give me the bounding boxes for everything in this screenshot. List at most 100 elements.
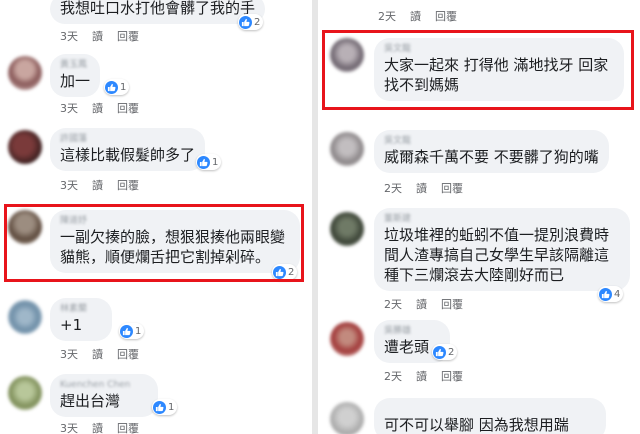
- avatar[interactable]: [330, 322, 364, 356]
- avatar[interactable]: [8, 130, 42, 164]
- comment-time[interactable]: 2天: [384, 182, 402, 195]
- comment: 許國藩 這樣比載假髮帥多了 1 3天 讀 回覆: [0, 124, 312, 193]
- highlight-box: [4, 204, 304, 282]
- comment-time[interactable]: 3天: [60, 179, 78, 192]
- comment-meta: 2天 讀 回覆: [384, 296, 477, 312]
- comment: 吳勝雄 遭老頭 2 2天讀回覆: [318, 318, 640, 384]
- comment: Kuenchen Chen 趕出台灣 1 3天 讀 回覆: [0, 372, 312, 434]
- thumbs-up-icon: [599, 287, 612, 301]
- avatar[interactable]: [330, 212, 364, 246]
- like-link[interactable]: 讀: [92, 102, 103, 115]
- reaction-number: 4: [614, 288, 621, 300]
- comment-time[interactable]: 3天: [60, 102, 78, 115]
- like-link[interactable]: 讀: [92, 422, 103, 434]
- thumbs-up-icon: [239, 15, 252, 29]
- comment-text: 趕出台灣: [60, 392, 121, 410]
- reply-link[interactable]: 回覆: [441, 298, 463, 311]
- like-link[interactable]: 讀: [410, 10, 421, 23]
- reply-link[interactable]: 回覆: [117, 30, 139, 43]
- reaction-count[interactable]: 1: [104, 79, 130, 95]
- reaction-number: 1: [212, 156, 219, 168]
- commenter-name[interactable]: Kuenchen Chen: [60, 379, 148, 391]
- comment-bubble: 林素蘭 +1: [50, 298, 112, 341]
- reply-link[interactable]: 回覆: [117, 348, 139, 361]
- comment-time[interactable]: 3天: [60, 422, 78, 434]
- avatar[interactable]: [8, 56, 42, 90]
- like-link[interactable]: 讀: [416, 370, 427, 383]
- comment: 吳文龍 大家一起來 打得他 滿地找牙 回家 找不到媽媽: [318, 30, 640, 112]
- comment-bubble: 董斯建 垃圾堆裡的蚯蚓不值一提別浪費時 間人渣專搞自己女學生早該隔離這 種下三爛…: [374, 208, 630, 291]
- reaction-number: 1: [168, 401, 175, 413]
- comment-meta: 3天 讀 回覆: [60, 346, 153, 362]
- comment-bubble: 可不可以舉腳 因為我想用踹: [374, 398, 606, 434]
- comment-time[interactable]: 2天: [384, 370, 402, 383]
- comment-text-line: 垃圾堆裡的蚯蚓不值一提別浪費時: [384, 226, 610, 244]
- like-link[interactable]: 讀: [416, 298, 427, 311]
- reply-link[interactable]: 回覆: [435, 10, 457, 23]
- highlight-box: [322, 30, 634, 110]
- reply-link[interactable]: 回覆: [117, 422, 139, 434]
- comment-meta: 2天 讀 回覆: [384, 368, 477, 384]
- comment-meta: 3天 讀 回覆: [60, 100, 153, 116]
- reaction-count[interactable]: 2: [432, 344, 458, 360]
- reaction-count[interactable]: 1: [152, 399, 178, 415]
- comment-text: 這樣比載假髮帥多了: [60, 146, 196, 164]
- reply-link[interactable]: 回覆: [117, 102, 139, 115]
- commenter-name[interactable]: 吳勝雄: [384, 325, 440, 337]
- thumbs-up-icon: [433, 345, 446, 359]
- comment: 吳文龍 威爾森千萬不要 不要髒了狗的嘴 2天 讀 回覆: [318, 126, 640, 195]
- comment-bubble: 黃玉鳳 加一: [50, 54, 101, 97]
- reply-link[interactable]: 回覆: [117, 179, 139, 192]
- comment-text: +1: [60, 316, 83, 334]
- reply-link[interactable]: 回覆: [441, 370, 463, 383]
- comment-bubble: 我想吐口水打他會髒了我的手: [50, 0, 266, 24]
- commenter-name[interactable]: 黃玉鳳: [60, 59, 90, 71]
- comment: 林素蘭 +1 1 3天 讀 回覆: [0, 296, 312, 362]
- like-link[interactable]: 讀: [416, 182, 427, 195]
- left-comment-panel: 我想吐口水打他會髒了我的手 2 3天讀回覆 黃玉鳳 加一 1 3天讀回覆 許國藩…: [0, 0, 312, 434]
- avatar[interactable]: [8, 376, 42, 410]
- comment-text-line: 種下三爛滾去大陸剛好而已: [384, 266, 565, 284]
- comment: 我想吐口水打他會髒了我的手 2 3天 讀 回覆: [0, 0, 312, 46]
- reaction-count[interactable]: 1: [196, 154, 222, 170]
- comment-text: 加一: [60, 72, 91, 90]
- commenter-name[interactable]: 許國藩: [60, 133, 195, 145]
- commenter-name[interactable]: 林素蘭: [60, 303, 102, 315]
- thumbs-up-icon: [197, 155, 210, 169]
- comment-time[interactable]: 2天: [378, 10, 396, 23]
- comment: 黃玉鳳 加一 1 3天 讀 回覆: [0, 52, 312, 115]
- avatar[interactable]: [330, 402, 364, 434]
- comment-time[interactable]: 2天: [384, 298, 402, 311]
- avatar[interactable]: [8, 300, 42, 334]
- reaction-count[interactable]: 4: [598, 286, 624, 302]
- avatar[interactable]: [330, 132, 364, 166]
- right-comment-panel: 2天讀回覆 吳文龍 大家一起來 打得他 滿地找牙 回家 找不到媽媽 吳文龍 威爾…: [318, 0, 640, 434]
- reaction-count[interactable]: 2: [238, 14, 264, 30]
- like-link[interactable]: 讀: [92, 30, 103, 43]
- comment: 可不可以舉腳 因為我想用踹: [318, 396, 640, 434]
- comment-time[interactable]: 3天: [60, 348, 78, 361]
- comment-text: 我想吐口水打他會髒了我的手: [60, 0, 256, 17]
- commenter-name[interactable]: 董斯建: [384, 213, 620, 225]
- thumbs-up-icon: [120, 324, 133, 338]
- reaction-number: 1: [120, 81, 127, 93]
- commenter-name[interactable]: 吳文龍: [384, 135, 599, 147]
- comment: 董斯建 垃圾堆裡的蚯蚓不值一提別浪費時 間人渣專搞自己女學生早該隔離這 種下三爛…: [318, 206, 640, 311]
- comment-text: 可不可以舉腳 因為我想用踹: [384, 416, 569, 434]
- comment: 陳道妤 一副欠揍的臉，想狠狠揍他兩眼變 貓熊，順便爛舌把它割掉剁碎。 2: [0, 204, 312, 284]
- reply-link[interactable]: 回覆: [441, 182, 463, 195]
- reaction-number: 2: [254, 16, 261, 28]
- commenter-name[interactable]: [384, 403, 596, 415]
- comment-meta: 3天 讀 回覆: [60, 177, 153, 193]
- comment-text-line: 間人渣專搞自己女學生早該隔離這: [384, 246, 610, 264]
- comment-bubble: Kuenchen Chen 趕出台灣: [50, 374, 158, 417]
- thumbs-up-icon: [153, 400, 166, 414]
- comment-time[interactable]: 3天: [60, 30, 78, 43]
- like-link[interactable]: 讀: [92, 348, 103, 361]
- comment-bubble: 許國藩 這樣比載假髮帥多了: [50, 128, 206, 171]
- like-link[interactable]: 讀: [92, 179, 103, 192]
- comment-bubble: 吳文龍 威爾森千萬不要 不要髒了狗的嘴: [374, 130, 609, 173]
- comment-meta: 2天 讀 回覆: [378, 8, 471, 24]
- comment-meta: 3天 讀 回覆: [60, 28, 153, 44]
- reaction-count[interactable]: 1: [119, 323, 145, 339]
